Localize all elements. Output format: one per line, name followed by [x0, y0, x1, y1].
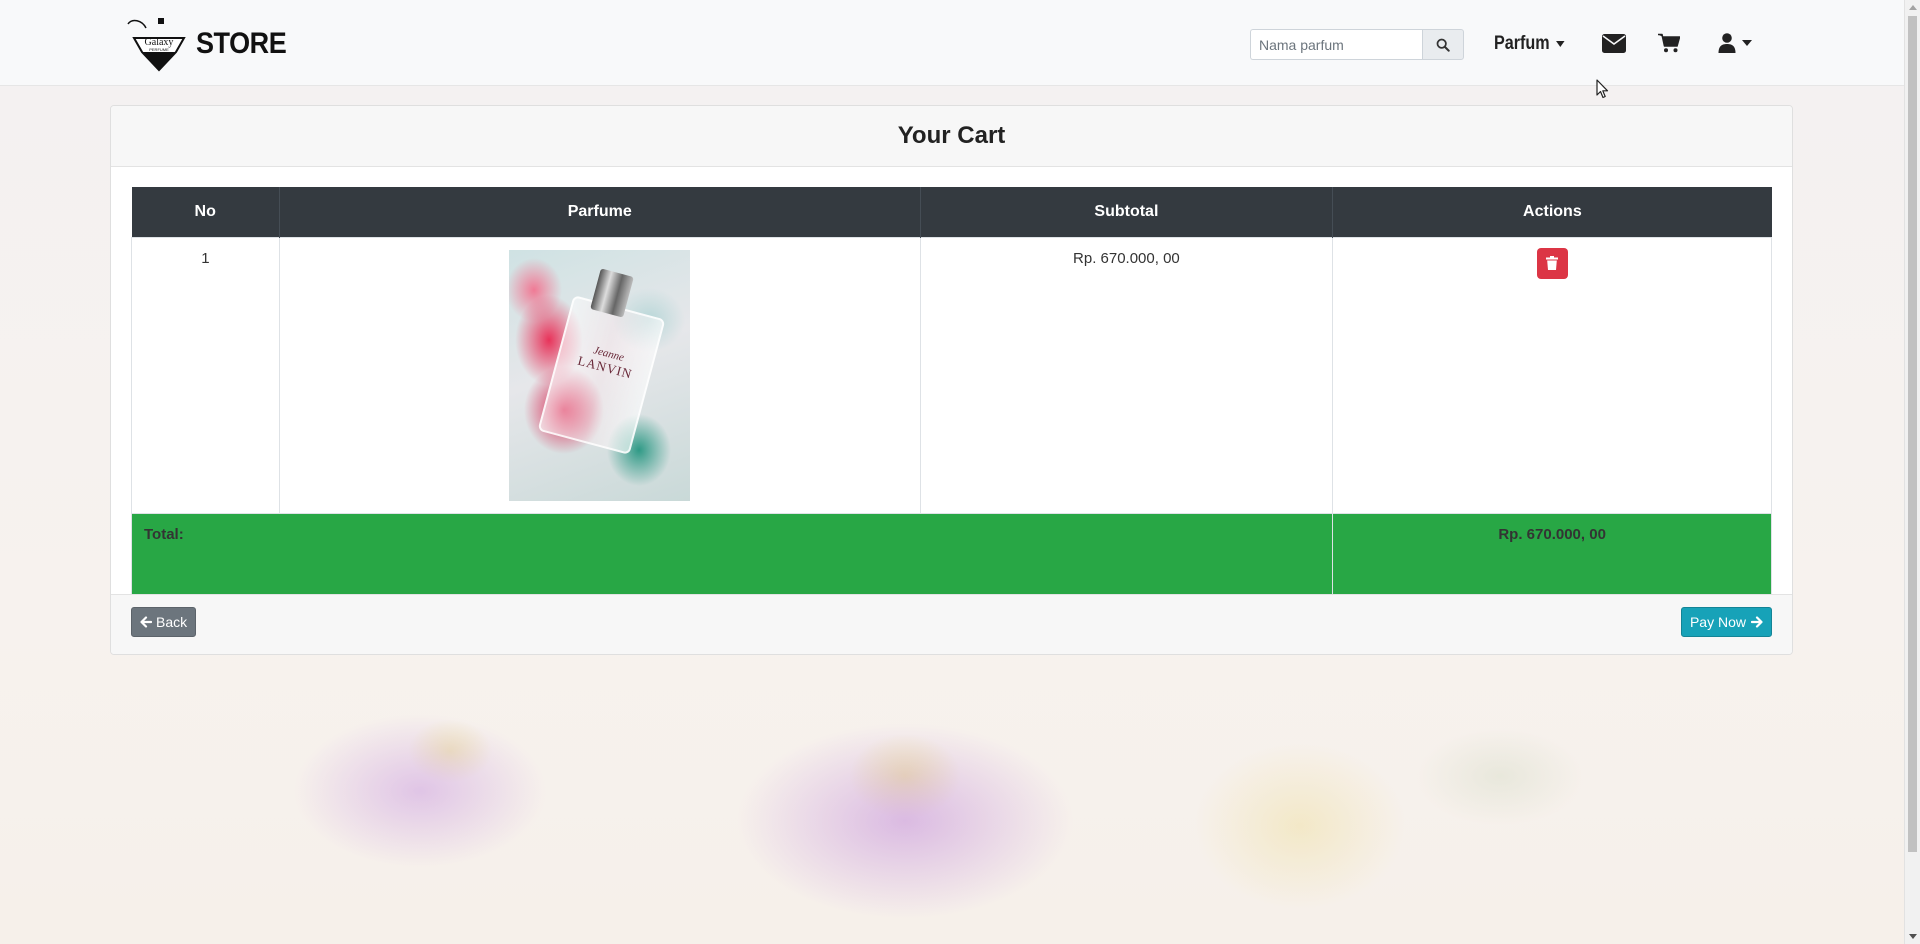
logo-subtext: PERFUME — [149, 47, 169, 52]
column-header-actions: Actions — [1332, 187, 1772, 237]
chevron-down-icon — [1556, 41, 1565, 47]
cart-icon — [1658, 33, 1680, 53]
search-input[interactable] — [1250, 29, 1422, 60]
bottle-label: Jeanne LANVIN — [572, 339, 642, 381]
envelope-icon — [1602, 33, 1626, 53]
cart-card: Your Cart No Parfume Subtotal Actions 1 — [110, 105, 1793, 655]
item-parfume-cell: Jeanne LANVIN — [278, 236, 921, 514]
user-menu-dropdown[interactable] — [1718, 31, 1752, 55]
page-title: Your Cart — [897, 122, 1006, 149]
scroll-down-arrow-icon[interactable] — [1909, 934, 1917, 939]
user-icon — [1718, 33, 1736, 53]
search-icon — [1436, 38, 1450, 52]
parfum-dropdown-label: Parfum — [1494, 33, 1550, 54]
search-button[interactable] — [1422, 29, 1464, 60]
table-row: 1 Jeanne LANVIN Rp. 670.000, 00 — [131, 236, 1772, 514]
arrow-right-icon — [1751, 616, 1763, 628]
trash-icon — [1546, 256, 1559, 270]
mouse-cursor-icon — [1596, 79, 1609, 99]
table-header-row: No Parfume Subtotal Actions — [131, 187, 1772, 237]
messages-link[interactable] — [1602, 31, 1626, 55]
galaxy-logo-icon: Galaxy PERFUME — [127, 18, 186, 72]
cart-table: No Parfume Subtotal Actions 1 Jeanne LAN… — [130, 187, 1772, 654]
cart-header: Your Cart — [111, 106, 1792, 167]
back-button-label: Back — [156, 614, 188, 630]
item-subtotal: Rp. 670.000, 00 — [919, 236, 1334, 514]
product-image[interactable]: Jeanne LANVIN — [509, 249, 691, 501]
column-header-subtotal: Subtotal — [919, 187, 1333, 237]
perfume-bottle-graphic: Jeanne LANVIN — [537, 294, 666, 455]
cart-link[interactable] — [1658, 31, 1680, 55]
scrollbar-thumb[interactable] — [1908, 16, 1917, 852]
brand-logo-link[interactable]: Galaxy PERFUME STORE — [124, 14, 296, 74]
arrow-left-icon — [140, 616, 152, 628]
brand-name: STORE — [196, 27, 287, 60]
back-button[interactable]: Back — [131, 607, 197, 637]
page-scrollbar[interactable] — [1904, 0, 1920, 944]
chevron-down-icon — [1742, 40, 1752, 46]
cart-footer: Back Pay Now — [111, 594, 1792, 654]
top-navbar: Galaxy PERFUME STORE Parfum — [0, 0, 1904, 86]
item-number: 1 — [131, 236, 280, 514]
scroll-up-arrow-icon[interactable] — [1909, 5, 1917, 10]
search-form — [1250, 29, 1464, 60]
pay-now-button[interactable]: Pay Now — [1680, 607, 1772, 637]
cart-body: No Parfume Subtotal Actions 1 Jeanne LAN… — [111, 167, 1792, 654]
item-actions-cell — [1332, 236, 1772, 514]
delete-item-button[interactable] — [1536, 247, 1568, 279]
parfum-dropdown[interactable]: Parfum — [1494, 30, 1565, 58]
pay-now-button-label: Pay Now — [1689, 614, 1746, 630]
column-header-parfume: Parfume — [278, 187, 921, 237]
column-header-no: No — [131, 187, 280, 237]
